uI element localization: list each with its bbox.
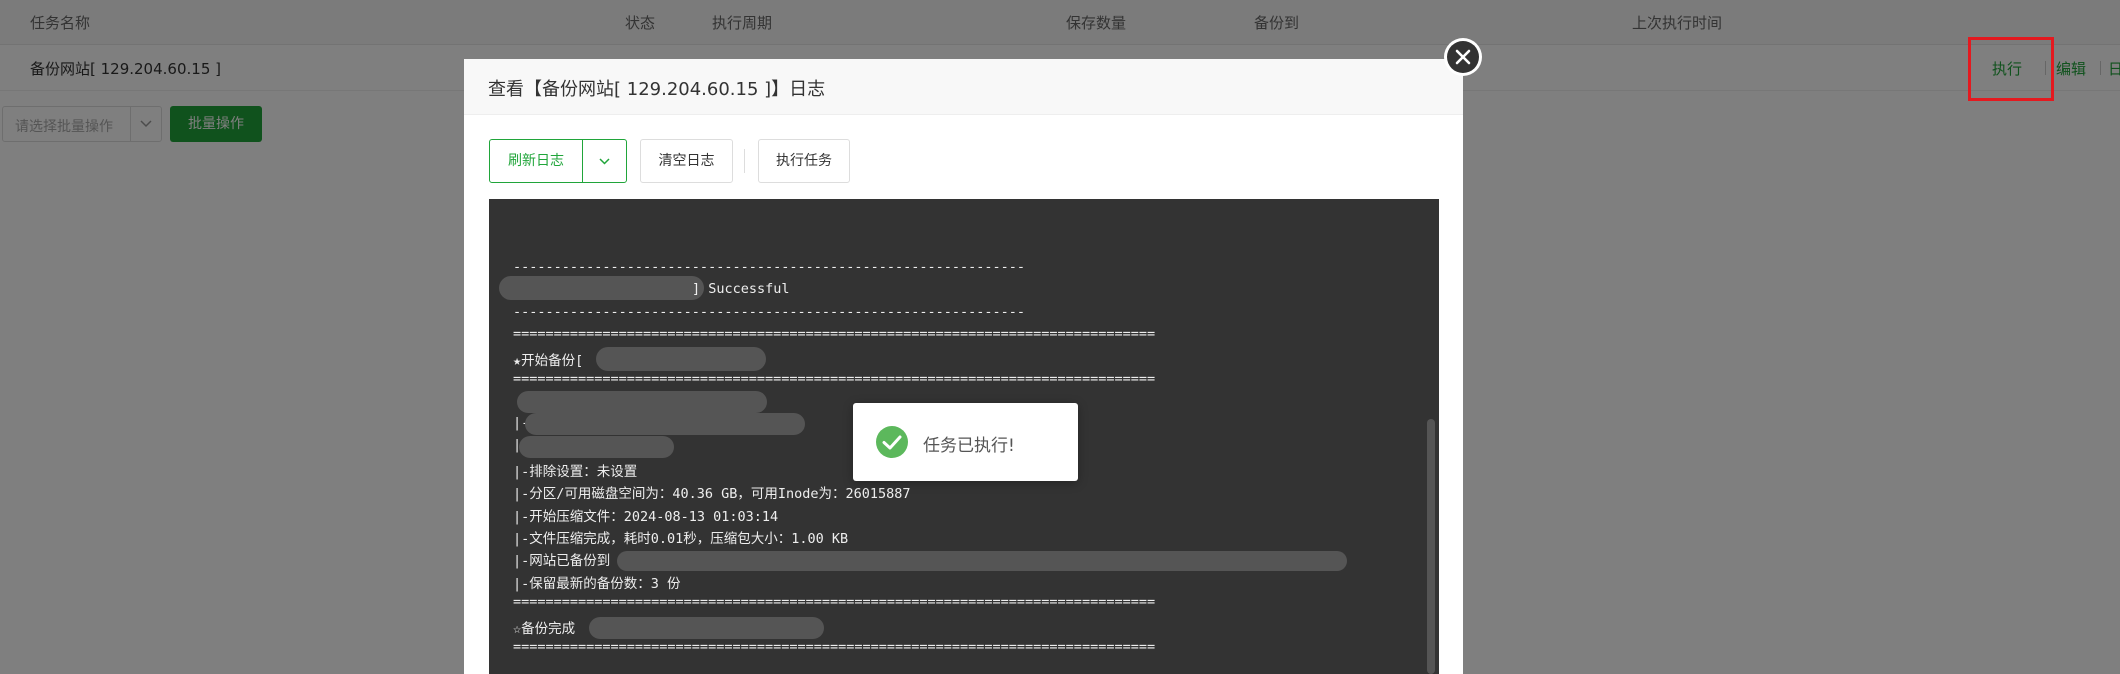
log-line: ========================================… [513, 594, 1156, 610]
log-line: |-保留最新的备份数：3 份 [513, 576, 681, 592]
log-modal: 查看【备份网站[ 129.204.60.15 ]】日志 刷新日志 清空日志 执行… [464, 59, 1463, 674]
chevron-down-icon[interactable] [583, 140, 626, 182]
log-scrollbar[interactable] [1427, 419, 1435, 674]
redacted-region [617, 551, 1347, 571]
log-line: |-开始压缩文件：2024-08-13 01:03:14 [513, 509, 779, 525]
modal-header: 查看【备份网站[ 129.204.60.15 ]】日志 [464, 59, 1463, 115]
refresh-log-button-group: 刷新日志 [489, 139, 627, 183]
toolbar-divider [744, 149, 745, 173]
redacted-region [499, 276, 704, 300]
refresh-log-button[interactable]: 刷新日志 [490, 140, 583, 182]
modal-title: 查看【备份网站[ 129.204.60.15 ]】日志 [488, 79, 826, 100]
clear-log-button[interactable]: 清空日志 [640, 139, 733, 183]
log-line: |-分区/可用磁盘空间为：40.36 GB，可用Inode为：26015887 [513, 486, 911, 502]
highlight-box [1968, 37, 2054, 101]
redacted-region [596, 347, 766, 371]
log-line: ] Successful [692, 281, 790, 297]
redacted-region [589, 617, 824, 639]
redacted-region [517, 391, 767, 413]
execute-task-button[interactable]: 执行任务 [758, 139, 850, 183]
log-line: ========================================… [513, 326, 1156, 342]
toast-message: 任务已执行! [923, 436, 1015, 456]
log-line: ========================================… [513, 639, 1156, 655]
log-line: ☆备份完成 [513, 621, 576, 637]
modal-close-button[interactable] [1444, 38, 1482, 76]
log-line: ----------------------------------------… [513, 259, 1026, 275]
log-line: |-网站已备份到 [513, 553, 611, 569]
log-line: ★开始备份[ [513, 353, 584, 369]
log-line: ----------------------------------------… [513, 304, 1026, 320]
redacted-region [525, 413, 805, 435]
close-icon [1447, 41, 1479, 73]
success-toast: 任务已执行! [853, 403, 1078, 481]
log-line: ========================================… [513, 371, 1156, 387]
log-line: |-排除设置：未设置 [513, 464, 638, 480]
redacted-region [519, 436, 674, 458]
success-check-icon [875, 425, 909, 459]
log-line: |-文件压缩完成，耗时0.01秒，压缩包大小：1.00 KB [513, 531, 849, 547]
log-line: ========================================… [513, 199, 1155, 205]
